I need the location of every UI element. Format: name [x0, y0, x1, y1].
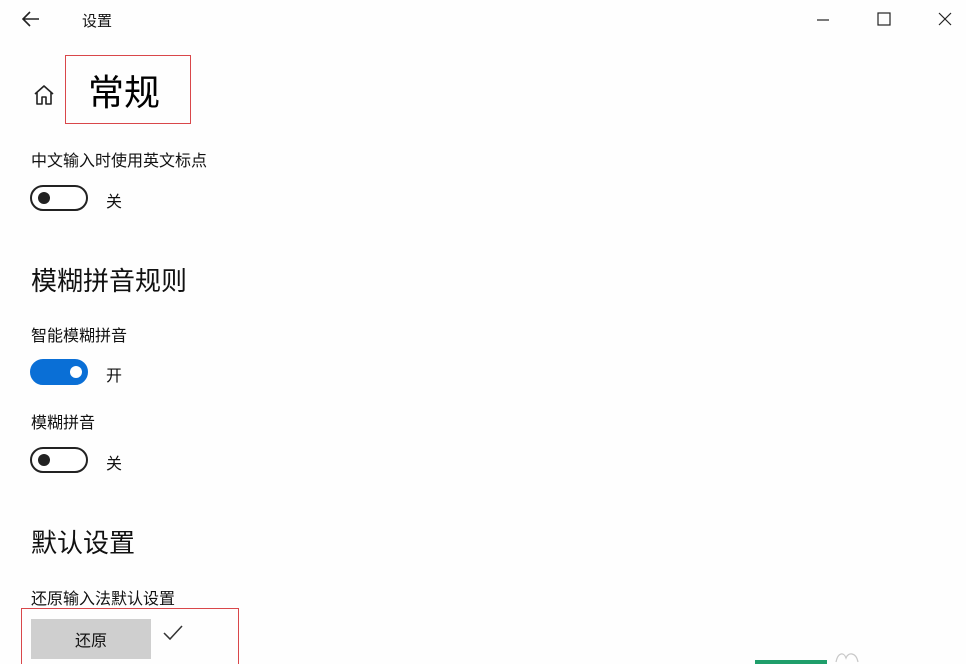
- page-title: 常规: [88, 73, 161, 114]
- fuzzy-pinyin-toggle[interactable]: [30, 447, 88, 473]
- restore-defaults-label: 还原输入法默认设置: [31, 589, 176, 608]
- english-punctuation-toggle[interactable]: [30, 185, 88, 211]
- maximize-button[interactable]: [861, 0, 907, 38]
- check-icon: [163, 625, 183, 641]
- smart-fuzzy-pinyin-state: 开: [106, 366, 123, 385]
- home-button[interactable]: [28, 80, 60, 110]
- toggle-knob: [38, 192, 50, 204]
- restore-button[interactable]: 还原: [31, 619, 151, 659]
- smart-fuzzy-pinyin-toggle[interactable]: [30, 359, 88, 385]
- minimize-button[interactable]: [800, 0, 846, 38]
- home-icon: [34, 85, 54, 105]
- toggle-knob: [70, 366, 82, 378]
- fuzzy-pinyin-label: 模糊拼音: [31, 413, 96, 432]
- fuzzy-pinyin-state: 关: [106, 454, 123, 473]
- toggle-knob: [38, 454, 50, 466]
- fuzzy-pinyin-section-title: 模糊拼音规则: [31, 267, 188, 297]
- title-bar: 设置: [0, 0, 966, 38]
- maximize-icon: [877, 12, 891, 26]
- english-punctuation-state: 关: [106, 192, 123, 211]
- english-punctuation-label: 中文输入时使用英文标点: [31, 151, 208, 170]
- watermark-mark-icon: [835, 653, 859, 663]
- back-button[interactable]: [14, 4, 48, 34]
- smart-fuzzy-pinyin-label: 智能模糊拼音: [31, 326, 128, 345]
- decorative-green-bar: [755, 660, 827, 664]
- minimize-icon: [817, 19, 829, 21]
- default-settings-section-title: 默认设置: [31, 529, 136, 559]
- close-icon: [938, 12, 952, 26]
- settings-window: 设置 常规 中文输入时使用英文标点 关 模糊拼音规则 智能模糊拼音 开 模糊拼音…: [0, 0, 966, 664]
- back-arrow-icon: [22, 11, 39, 27]
- close-button[interactable]: [922, 0, 966, 38]
- window-title: 设置: [82, 12, 113, 30]
